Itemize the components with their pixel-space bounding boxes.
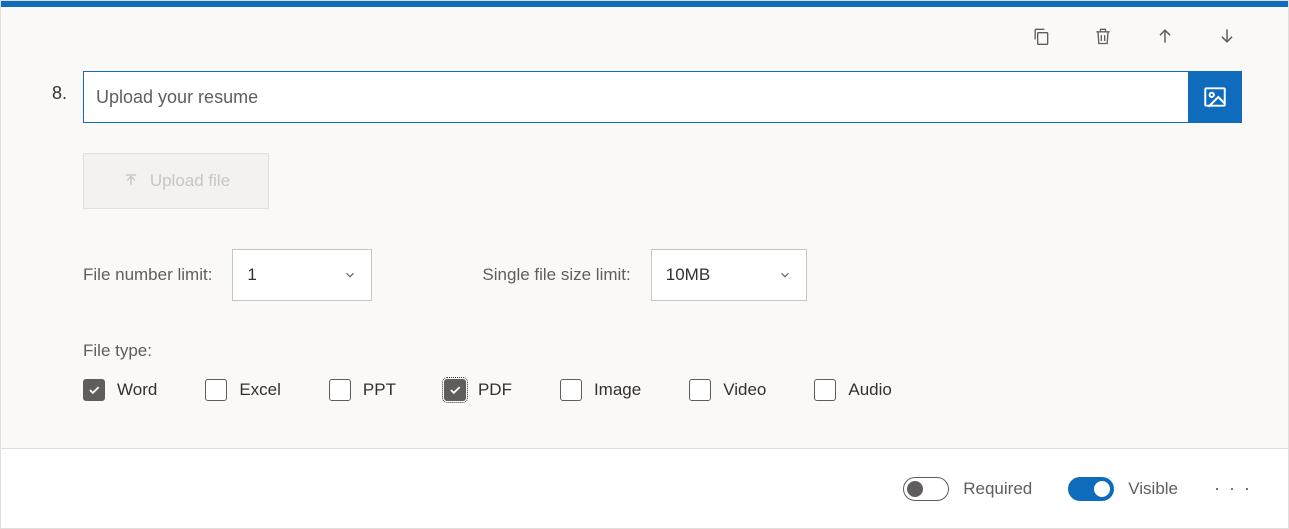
checkbox-excel[interactable] [205, 379, 227, 401]
file-type-pdf-label: PDF [478, 380, 512, 400]
checkbox-audio[interactable] [814, 379, 836, 401]
move-down-icon[interactable] [1216, 25, 1238, 47]
file-type-audio[interactable]: Audio [814, 379, 891, 401]
file-type-word[interactable]: Word [83, 379, 157, 401]
upload-file-button: Upload file [83, 153, 269, 209]
visible-toggle[interactable] [1068, 477, 1114, 501]
file-type-excel-label: Excel [239, 380, 281, 400]
more-options-button[interactable]: · · · [1214, 478, 1252, 499]
move-up-icon[interactable] [1154, 25, 1176, 47]
checkbox-word[interactable] [83, 379, 105, 401]
checkbox-video[interactable] [689, 379, 711, 401]
required-toggle[interactable] [903, 477, 949, 501]
file-size-limit-select[interactable]: 10MB [651, 249, 807, 301]
checkbox-ppt[interactable] [329, 379, 351, 401]
file-type-label: File type: [83, 341, 1242, 361]
file-size-limit-label: Single file size limit: [482, 265, 630, 285]
file-type-excel[interactable]: Excel [205, 379, 281, 401]
file-type-options: Word Excel PPT PDF [83, 379, 1242, 401]
file-type-audio-label: Audio [848, 380, 891, 400]
file-type-video-label: Video [723, 380, 766, 400]
file-type-pdf[interactable]: PDF [444, 379, 512, 401]
checkbox-pdf[interactable] [444, 379, 466, 401]
card-footer: Required Visible · · · [1, 448, 1288, 528]
required-label: Required [963, 479, 1032, 499]
checkbox-image[interactable] [560, 379, 582, 401]
question-card: 8. Upload file [0, 0, 1289, 529]
file-number-limit-select[interactable]: 1 [232, 249, 372, 301]
upload-file-label: Upload file [150, 171, 230, 191]
question-number: 8. [47, 83, 67, 104]
question-title-input[interactable] [83, 71, 1188, 123]
file-type-video[interactable]: Video [689, 379, 766, 401]
card-toolbar [1, 7, 1288, 47]
file-type-ppt[interactable]: PPT [329, 379, 396, 401]
copy-icon[interactable] [1030, 25, 1052, 47]
chevron-down-icon [778, 268, 792, 282]
file-number-limit-label: File number limit: [83, 265, 212, 285]
file-number-limit-value: 1 [247, 265, 256, 285]
file-type-image[interactable]: Image [560, 379, 641, 401]
delete-icon[interactable] [1092, 25, 1114, 47]
chevron-down-icon [343, 268, 357, 282]
file-type-ppt-label: PPT [363, 380, 396, 400]
insert-media-button[interactable] [1188, 71, 1242, 123]
file-type-image-label: Image [594, 380, 641, 400]
file-size-limit-value: 10MB [666, 265, 710, 285]
visible-label: Visible [1128, 479, 1178, 499]
file-type-word-label: Word [117, 380, 157, 400]
